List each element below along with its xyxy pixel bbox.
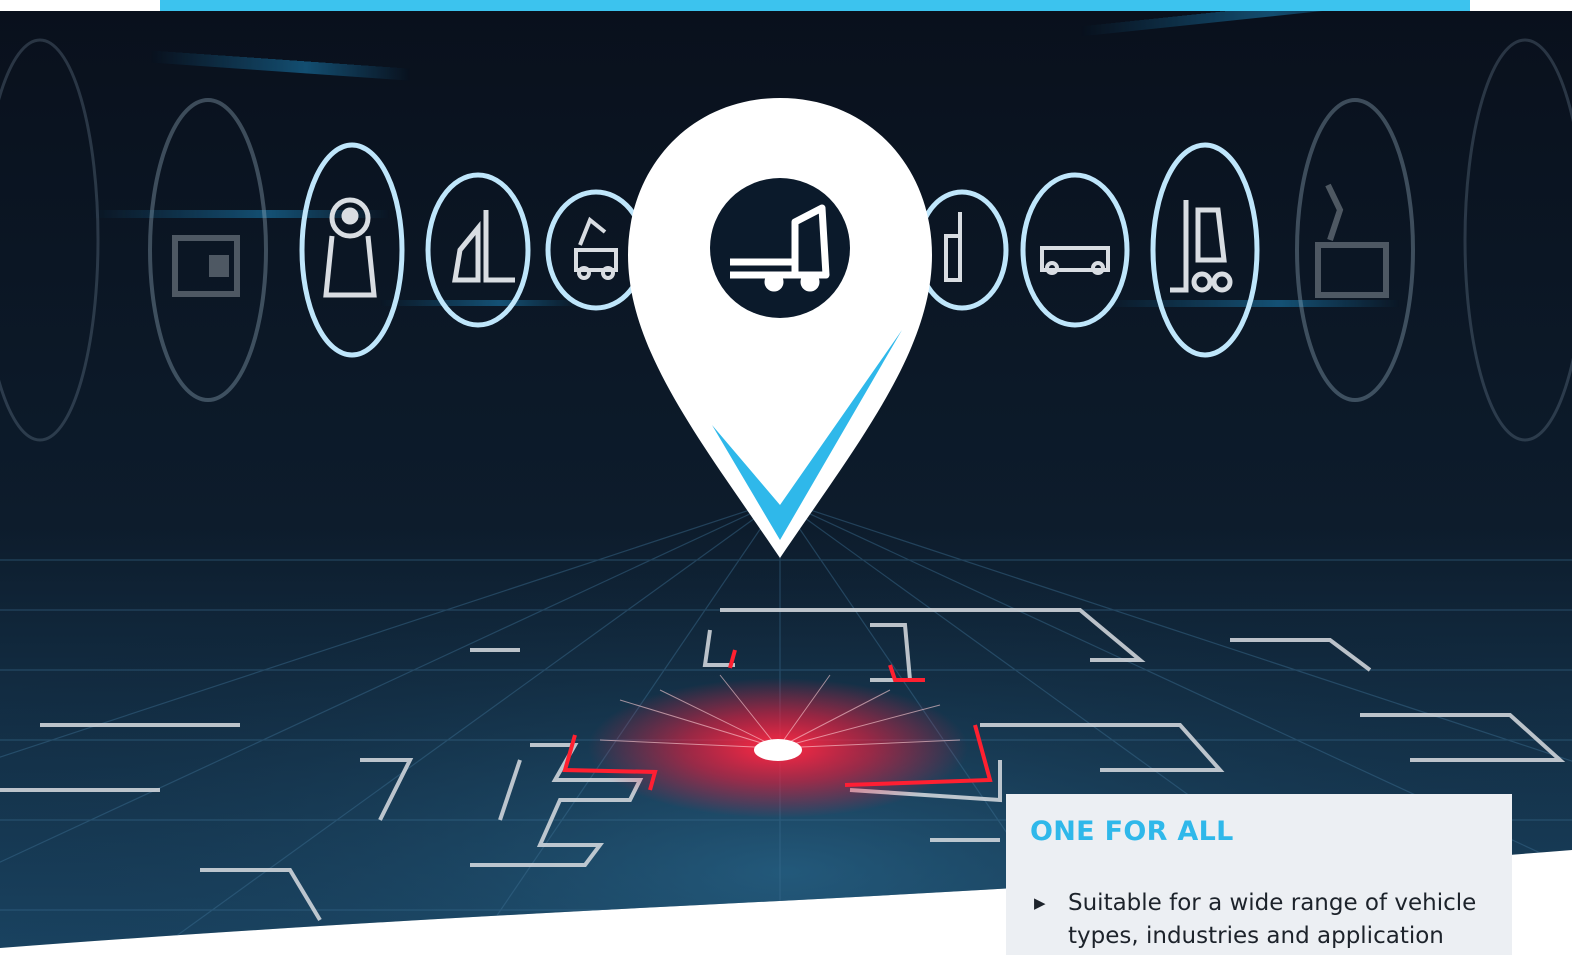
vehicle-position-dot — [754, 739, 802, 761]
bullet-triangle-icon: ▶ — [1034, 894, 1046, 912]
list-item-text: Suitable for a wide range of vehicle typ… — [1068, 890, 1477, 949]
feature-list: ▶ Suitable for a wide range of vehicle t… — [1030, 887, 1488, 953]
feature-card: ONE FOR ALL ▶ Suitable for a wide range … — [1006, 794, 1512, 955]
card-title: ONE FOR ALL — [1030, 816, 1234, 847]
list-item: ▶ Suitable for a wide range of vehicle t… — [1030, 887, 1488, 953]
